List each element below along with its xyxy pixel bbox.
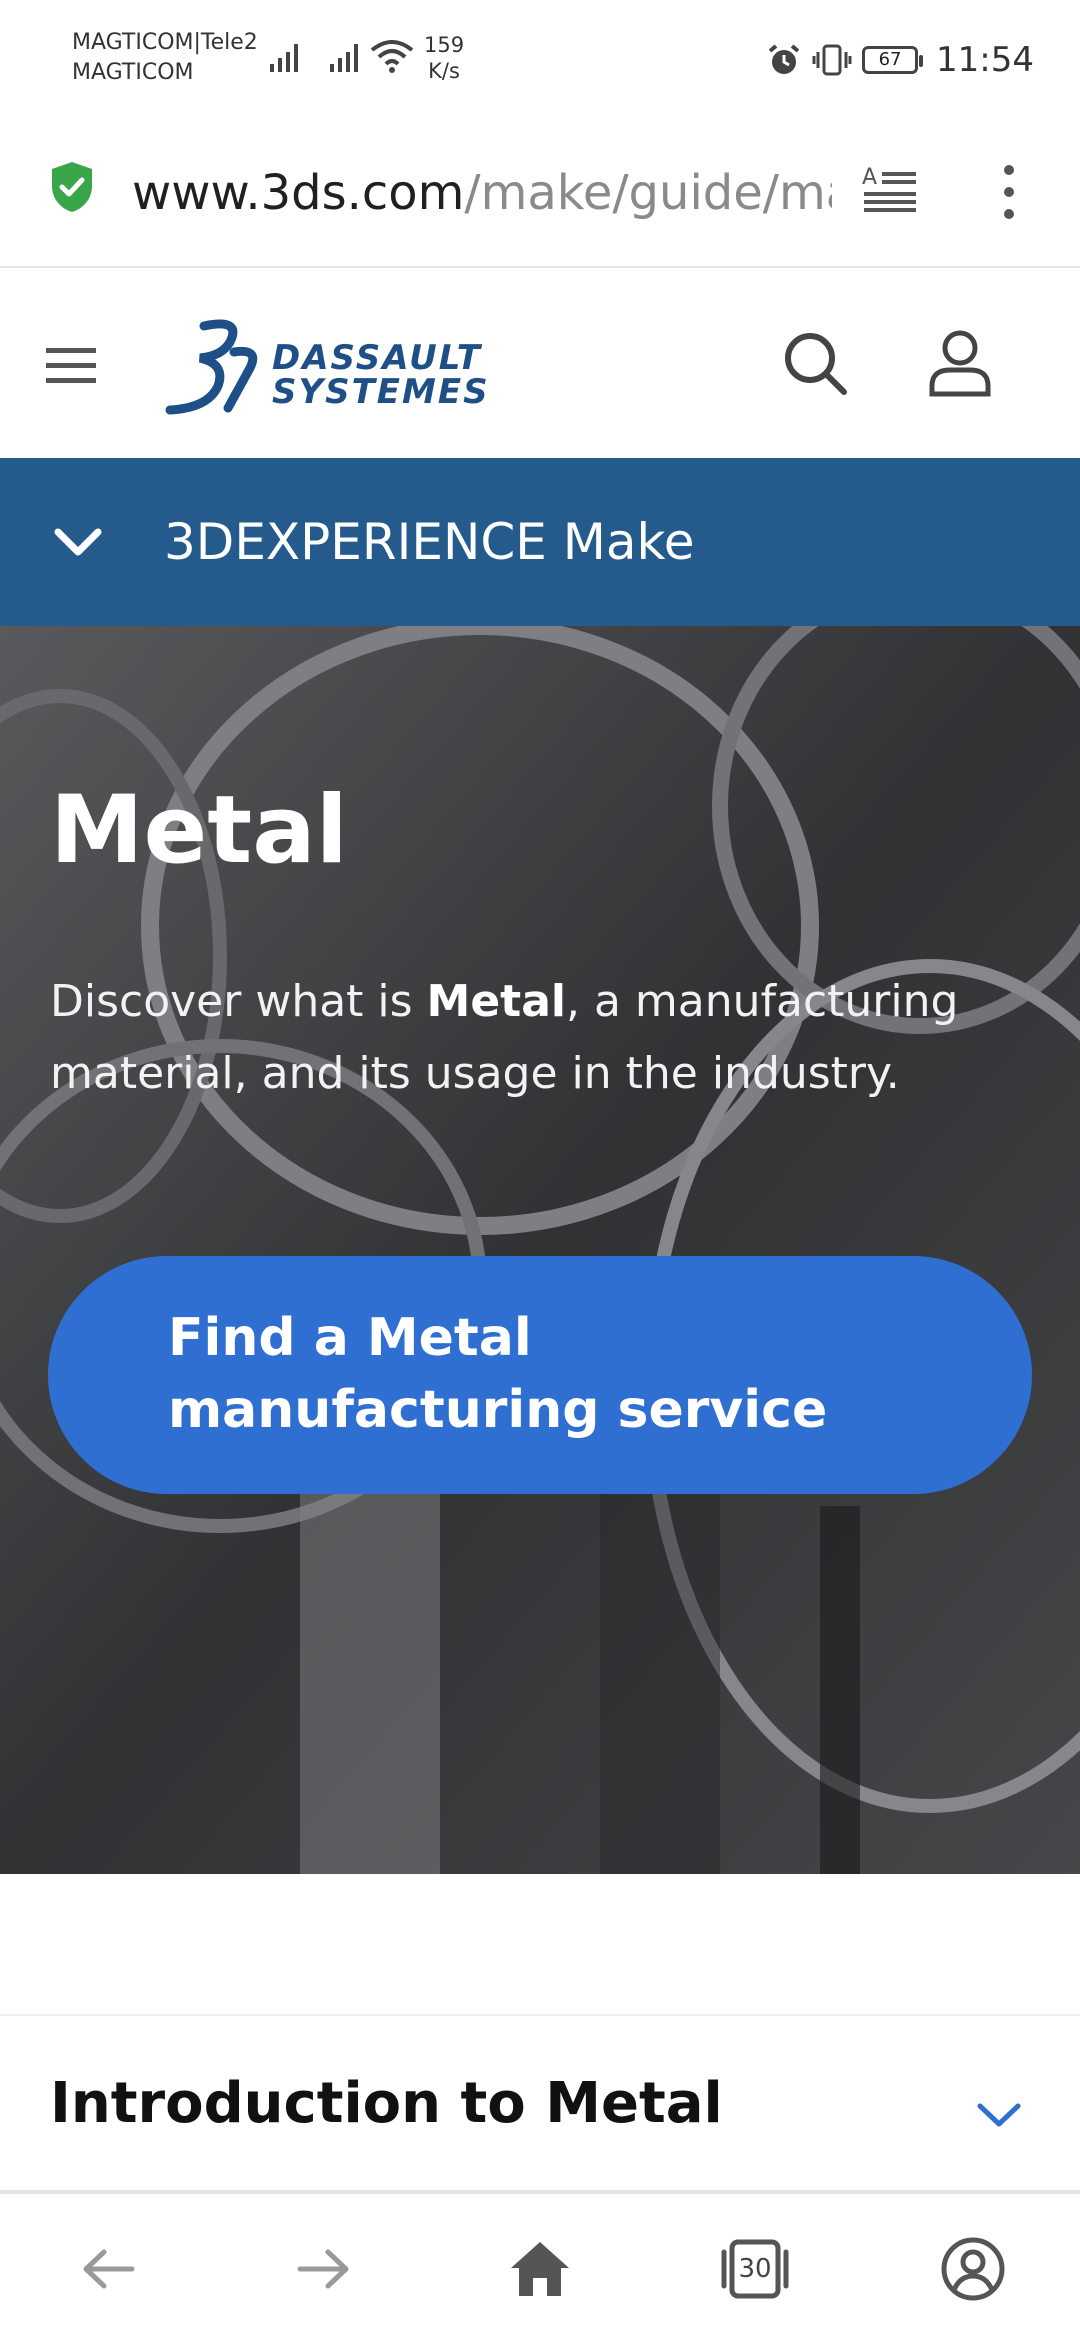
speed-value: 159 [424,33,465,57]
find-service-button-label: Find a Metal manufacturing service [168,1308,828,1440]
account-icon[interactable] [938,2234,1008,2304]
product-nav-bar[interactable]: 3DEXPERIENCE Make [0,458,1080,626]
url-path: /make/guide/material/metal [464,165,832,221]
hero-desc-prefix: Discover what is [50,976,427,1027]
product-nav-label[interactable]: 3DEXPERIENCE Make [164,510,695,574]
tabs-count: 30 [738,2254,772,2284]
vibrate-icon [812,44,852,76]
logo-line-2: SYSTEMES [272,372,490,412]
signal-icon-2 [330,40,364,72]
dassault-systemes-logo[interactable]: DASSAULT SYSTEMES [164,312,504,422]
svg-text:A: A [862,165,877,190]
network-speed: 159 K/s [424,32,464,84]
url-domain: www.3ds.com [132,165,465,221]
status-bar: MAGTICOM|Tele2 MAGTICOM 159 K/s 67 11:54 [0,0,1080,120]
search-icon[interactable] [782,330,850,398]
user-account-icon[interactable] [926,328,994,398]
accordion-introduction[interactable]: Introduction to Metal [0,2014,1080,2192]
back-arrow-icon[interactable] [74,2234,144,2304]
signal-icon [270,40,304,72]
hero-desc-bold: Metal [426,976,566,1027]
alarm-icon [768,44,800,74]
carrier-line-2: MAGTICOM [72,60,194,85]
section-title: Introduction to Metal [50,2071,723,2136]
clock: 11:54 [936,40,1034,80]
chevron-down-icon[interactable] [976,2100,1022,2130]
hero-section: Metal Discover what is Metal, a manufact… [0,626,1080,1874]
menu-icon[interactable] [44,346,100,386]
speed-unit: K/s [428,59,460,83]
carrier-line-1: MAGTICOM|Tele2 [72,30,258,55]
url-field[interactable]: www.3ds.com/make/guide/material/metal [132,160,832,226]
chevron-down-icon[interactable] [52,518,104,566]
find-service-button[interactable]: Find a Metal manufacturing service [48,1256,1032,1494]
forward-arrow-icon[interactable] [288,2234,358,2304]
hero-title: Metal [50,776,348,885]
site-header: DASSAULT SYSTEMES [0,268,1080,458]
hero-description: Discover what is Metal, a manufacturing … [50,966,970,1110]
secure-shield-icon[interactable] [48,160,96,214]
browser-bottom-nav: 30 [0,2194,1080,2340]
reader-mode-icon[interactable]: A [860,162,918,218]
logo-line-1: DASSAULT [272,338,482,378]
browser-address-bar: www.3ds.com/make/guide/material/metal A [0,120,1080,268]
more-options-icon[interactable] [996,160,1022,224]
home-icon[interactable] [505,2234,575,2304]
wifi-icon [370,40,414,73]
tabs-button[interactable]: 30 [720,2234,790,2304]
carrier-info: MAGTICOM|Tele2 MAGTICOM [72,28,258,88]
battery-icon: 67 [862,46,924,74]
